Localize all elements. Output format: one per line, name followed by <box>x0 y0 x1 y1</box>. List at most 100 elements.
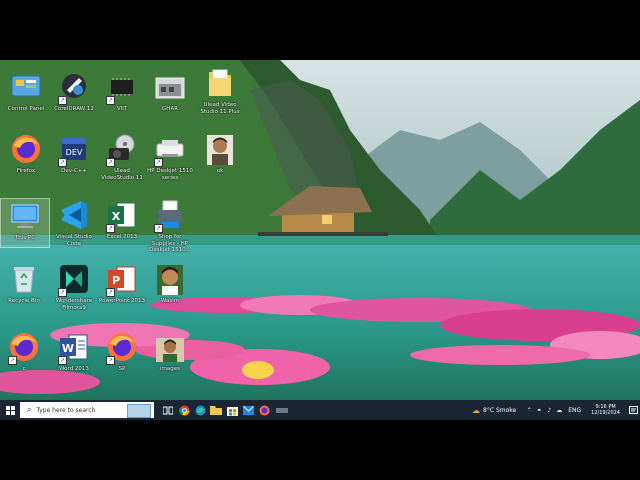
desktop-icon-ok[interactable]: ok <box>196 132 244 175</box>
recycle-bin-icon <box>7 262 41 296</box>
notification-icon <box>628 405 638 414</box>
desktop-icon-shop-supplies[interactable]: ↗ Shop for Supplies - HP Deskjet 1510... <box>146 198 194 254</box>
taskbar-edge[interactable] <box>192 400 208 420</box>
desktop-icon-control-panel[interactable]: Control Panel <box>2 70 50 113</box>
speaker-icon: ♪ <box>547 406 552 414</box>
task-view-button[interactable] <box>160 400 176 420</box>
vscode-icon <box>57 198 91 232</box>
tray-volume[interactable]: ♪ <box>544 400 554 420</box>
weather-widget[interactable]: ☁ 8°C Smoke <box>472 400 516 420</box>
icon-label: GHAR <box>162 106 178 112</box>
taskbar-app[interactable] <box>272 400 292 420</box>
desktop-icons: Control Panel ↗ CorelDRAW 12 ↗ VIIT GHAR… <box>0 60 640 400</box>
person-photo-icon <box>153 334 187 364</box>
cloud-icon: ☁ <box>556 406 563 414</box>
shortcut-arrow-icon: ↗ <box>154 224 163 233</box>
desktop-icon-this-pc[interactable]: This PC <box>0 198 50 248</box>
icon-label: Dev-C++ <box>61 168 87 174</box>
search-icon: ⌕ <box>27 405 32 414</box>
taskbar-mail[interactable] <box>240 400 256 420</box>
firefox-icon: ↗ <box>7 330 41 365</box>
icon-label: Excel 2013 <box>106 234 138 240</box>
mail-icon <box>242 405 254 415</box>
shortcut-arrow-icon: ↗ <box>58 356 67 365</box>
desktop-icon-word[interactable]: W ↗ Word 2013 <box>50 330 98 373</box>
icon-label: Ulead Video Studio 11 Plus <box>200 102 240 115</box>
svg-text:W: W <box>62 342 74 355</box>
windows-logo-icon <box>5 405 15 415</box>
firefox-icon: ↗ <box>105 330 139 365</box>
excel-icon: X ↗ <box>105 198 139 233</box>
desktop-icon-hp-deskjet[interactable]: ↗ HP Deskjet 1510 series <box>146 132 194 181</box>
desktop-icon-firefox[interactable]: Firefox <box>2 132 50 175</box>
language-indicator[interactable]: ENG <box>568 400 581 420</box>
icon-label: Recycle Bin <box>8 298 40 304</box>
shortcut-arrow-icon: ↗ <box>106 356 115 365</box>
store-icon <box>226 406 238 416</box>
tray-onedrive[interactable]: ☁ <box>554 400 564 420</box>
weather-text: 8°C Smoke <box>483 406 517 414</box>
house-photo-icon <box>153 70 187 104</box>
icon-label: Wondershare Filmora9 <box>55 298 93 311</box>
taskbar-chrome[interactable] <box>176 400 192 420</box>
desktop-icon-images[interactable]: images <box>146 334 194 373</box>
network-icon: ⚭ <box>536 406 542 414</box>
desktop-icon-vscode[interactable]: Visual Studio Code <box>50 198 98 247</box>
powerpoint-icon: P ↗ <box>105 262 139 297</box>
firefox-icon <box>9 132 43 166</box>
shortcut-arrow-icon: ↗ <box>58 158 67 167</box>
desktop-icon-filmora[interactable]: ↗ Wondershare Filmora9 <box>50 262 98 311</box>
folder-icon <box>203 66 237 100</box>
firefox-icon <box>259 405 269 415</box>
person-photo-icon <box>153 262 187 296</box>
desktop-icon-sp[interactable]: ↗ SP <box>98 330 146 373</box>
tray-overflow-button[interactable]: ⌃ <box>524 400 534 420</box>
clock[interactable]: 9:16 PM 12/19/2024 <box>591 404 620 416</box>
icon-label: Visual Studio Code <box>56 234 92 247</box>
search-box[interactable]: ⌕ Type here to search <box>20 402 154 418</box>
shortcut-arrow-icon: ↗ <box>58 288 67 297</box>
edge-icon <box>195 405 205 415</box>
app-icon <box>276 408 288 413</box>
taskbar-store[interactable] <box>224 400 240 420</box>
icon-label: This PC <box>14 235 36 241</box>
shortcut-arrow-icon: ↗ <box>106 224 115 233</box>
icon-label: PowerPoint 2013 <box>98 298 146 304</box>
desktop-icon-coreldraw[interactable]: ↗ CorelDRAW 12 <box>50 70 98 113</box>
shortcut-arrow-icon: ↗ <box>58 96 67 105</box>
icon-label: images <box>160 366 180 372</box>
desktop-icon-recycle-bin[interactable]: Recycle Bin <box>0 262 48 305</box>
icon-label: CorelDRAW 12 <box>54 106 94 112</box>
file-explorer-icon <box>210 406 222 415</box>
desktop-icon-viit[interactable]: ↗ VIIT <box>98 70 146 113</box>
start-button[interactable] <box>0 400 20 420</box>
taskbar-file-explorer[interactable] <box>208 400 224 420</box>
desktop-icon-videostudio[interactable]: ↗ Ulead VideoStudio 11 <box>98 132 146 181</box>
icon-label: Control Panel <box>7 106 45 112</box>
icon-label: c <box>22 366 26 372</box>
desktop-icon-ulead-folder[interactable]: Ulead Video Studio 11 Plus <box>196 66 244 115</box>
desktop-icon-c[interactable]: ↗ c <box>0 330 48 373</box>
notification-button[interactable] <box>626 400 640 420</box>
desktop-icon-powerpoint[interactable]: P ↗ PowerPoint 2013 <box>98 262 146 305</box>
this-pc-icon <box>8 199 42 233</box>
task-view-icon <box>163 406 173 414</box>
desktop-icon-ghar[interactable]: GHAR <box>146 70 194 113</box>
clock-date: 12/19/2024 <box>591 410 620 416</box>
shortcut-arrow-icon: ↗ <box>106 158 115 167</box>
shortcut-arrow-icon: ↗ <box>106 96 115 105</box>
devcpp-icon: DEV ↗ <box>57 132 91 167</box>
coreldraw-icon: ↗ <box>57 70 91 105</box>
desktop: Control Panel ↗ CorelDRAW 12 ↗ VIIT GHAR… <box>0 60 640 420</box>
printer-icon: ↗ <box>153 132 187 167</box>
icon-label: Firefox <box>16 168 36 174</box>
desktop-icon-wasim[interactable]: Wasim <box>146 262 194 305</box>
desktop-icon-devcpp[interactable]: DEV ↗ Dev-C++ <box>50 132 98 175</box>
taskbar-firefox[interactable] <box>256 400 272 420</box>
shortcut-arrow-icon: ↗ <box>8 356 17 365</box>
icon-label: Shop for Supplies - HP Deskjet 1510... <box>149 234 191 253</box>
desktop-icon-excel[interactable]: X ↗ Excel 2013 <box>98 198 146 241</box>
tray-network[interactable]: ⚭ <box>534 400 544 420</box>
icon-label: VIIT <box>116 106 128 112</box>
shortcut-arrow-icon: ↗ <box>106 288 115 297</box>
